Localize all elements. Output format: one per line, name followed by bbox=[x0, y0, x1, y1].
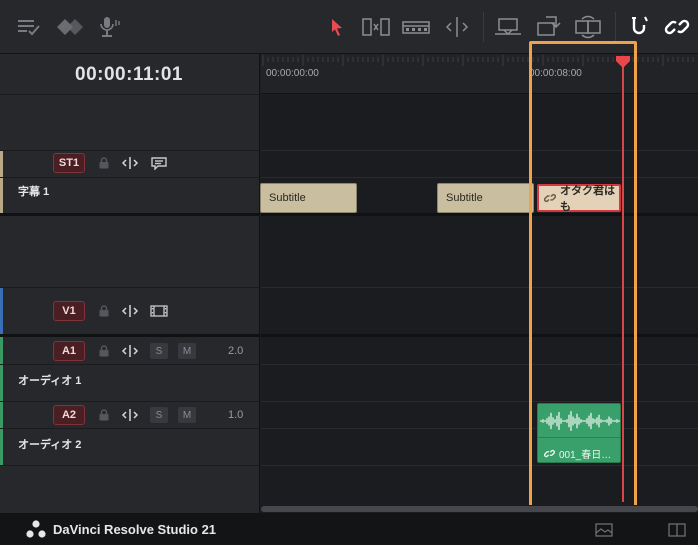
v1-color-strip bbox=[0, 288, 3, 334]
subtitle-clip-label: Subtitle bbox=[269, 192, 306, 204]
replace-clip-icon[interactable] bbox=[573, 14, 603, 40]
cut-page-icon[interactable] bbox=[667, 522, 687, 538]
audio-clip-label: 001_春日… bbox=[559, 450, 612, 461]
lock-icon[interactable] bbox=[95, 407, 113, 423]
audio-clip-title: 001_春日… bbox=[544, 446, 611, 461]
a1-mute-button[interactable]: M bbox=[178, 343, 196, 359]
a1-volume: 2.0 bbox=[228, 345, 244, 357]
header-divider bbox=[0, 465, 259, 466]
header-divider bbox=[0, 94, 259, 95]
subtitle-clip-selected[interactable]: オタク君はも bbox=[537, 184, 621, 213]
captions-icon[interactable] bbox=[150, 155, 168, 171]
toolbar-separator bbox=[483, 12, 484, 42]
media-pool-icon[interactable] bbox=[594, 522, 614, 538]
a2-color-strip bbox=[0, 402, 3, 465]
horizontal-scrollbar-thumb[interactable] bbox=[261, 506, 698, 512]
linked-selection-icon[interactable] bbox=[662, 14, 692, 40]
lock-icon[interactable] bbox=[95, 343, 113, 359]
snapping-icon[interactable] bbox=[624, 14, 654, 40]
header-divider bbox=[0, 287, 259, 288]
video-track-icon[interactable] bbox=[150, 303, 168, 319]
dynamic-trim-icon[interactable] bbox=[401, 14, 431, 40]
st1-track-badge[interactable]: ST1 bbox=[53, 153, 85, 173]
header-thick-divider bbox=[0, 334, 259, 337]
ruler-label-start: 00:00:00:00 bbox=[266, 68, 319, 79]
toolbar-separator bbox=[615, 12, 616, 42]
header-divider bbox=[0, 401, 259, 402]
timeline-toolbar bbox=[0, 0, 698, 54]
selection-arrow-icon[interactable] bbox=[322, 14, 352, 40]
audio-waveform bbox=[538, 404, 620, 438]
auto-select-icon[interactable] bbox=[121, 303, 139, 319]
track-options-icon[interactable] bbox=[14, 14, 44, 40]
lane-divider bbox=[261, 401, 698, 402]
app-name: DaVinci Resolve Studio 21 bbox=[53, 522, 217, 537]
playhead-line[interactable] bbox=[622, 62, 624, 502]
blade-edit-icon[interactable] bbox=[442, 14, 472, 40]
subtitle-clip-label: オタク君はも bbox=[560, 185, 615, 213]
st1-color-strip bbox=[0, 151, 3, 213]
subtitle-clip[interactable]: Subtitle bbox=[260, 183, 357, 213]
a1-solo-button[interactable]: S bbox=[150, 343, 168, 359]
header-divider bbox=[0, 177, 259, 178]
lane-divider bbox=[261, 364, 698, 365]
a2-track-badge[interactable]: A2 bbox=[53, 405, 85, 425]
a1-color-strip bbox=[0, 337, 3, 401]
header-divider bbox=[0, 364, 259, 365]
lane-thick-divider bbox=[261, 334, 698, 337]
lane-thick-divider bbox=[261, 213, 698, 216]
a2-track-name[interactable]: オーディオ 2 bbox=[18, 436, 81, 452]
link-icon bbox=[544, 193, 556, 203]
st1-track-name[interactable]: 字幕 1 bbox=[18, 183, 49, 199]
status-bar: DaVinci Resolve Studio 21 bbox=[0, 513, 698, 545]
lane-divider bbox=[261, 177, 698, 178]
auto-select-icon[interactable] bbox=[121, 343, 139, 359]
subtitle-clip-label: Subtitle bbox=[446, 192, 483, 204]
timeline-ruler[interactable]: 00:00:00:00 00:00:08:00 bbox=[261, 54, 698, 94]
a2-mute-button[interactable]: M bbox=[178, 407, 196, 423]
subtitle-clip[interactable]: Subtitle bbox=[437, 183, 534, 213]
v1-track-badge[interactable]: V1 bbox=[53, 301, 85, 321]
auto-select-icon[interactable] bbox=[121, 407, 139, 423]
audio-clip[interactable]: 001_春日… bbox=[537, 403, 621, 463]
microphone-icon[interactable] bbox=[94, 14, 124, 40]
lane-divider bbox=[261, 150, 698, 151]
header-divider bbox=[0, 150, 259, 151]
lane-divider bbox=[261, 465, 698, 466]
ruler-label-8s: 00:00:08:00 bbox=[529, 68, 582, 79]
ruler-ticks bbox=[262, 55, 694, 66]
lane-divider bbox=[261, 428, 698, 429]
header-divider bbox=[0, 428, 259, 429]
timecode-display: 00:00:11:01 bbox=[75, 64, 183, 85]
a1-track-badge[interactable]: A1 bbox=[53, 341, 85, 361]
lock-icon[interactable] bbox=[95, 303, 113, 319]
insert-clip-icon[interactable] bbox=[493, 14, 523, 40]
a2-volume: 1.0 bbox=[228, 409, 244, 421]
diamond-marker-icon[interactable] bbox=[56, 14, 86, 40]
timeline-tracks-area[interactable] bbox=[261, 95, 698, 505]
a1-track-name[interactable]: オーディオ 1 bbox=[18, 372, 81, 388]
auto-select-icon[interactable] bbox=[121, 155, 139, 171]
playhead-handle[interactable] bbox=[615, 55, 631, 69]
link-icon bbox=[544, 449, 555, 458]
a2-solo-button[interactable]: S bbox=[150, 407, 168, 423]
lock-icon[interactable] bbox=[95, 155, 113, 171]
overwrite-clip-icon[interactable] bbox=[533, 14, 563, 40]
lane-divider bbox=[261, 287, 698, 288]
header-thick-divider bbox=[0, 213, 259, 216]
trim-edit-icon[interactable] bbox=[361, 14, 391, 40]
davinci-logo-icon bbox=[26, 520, 46, 538]
